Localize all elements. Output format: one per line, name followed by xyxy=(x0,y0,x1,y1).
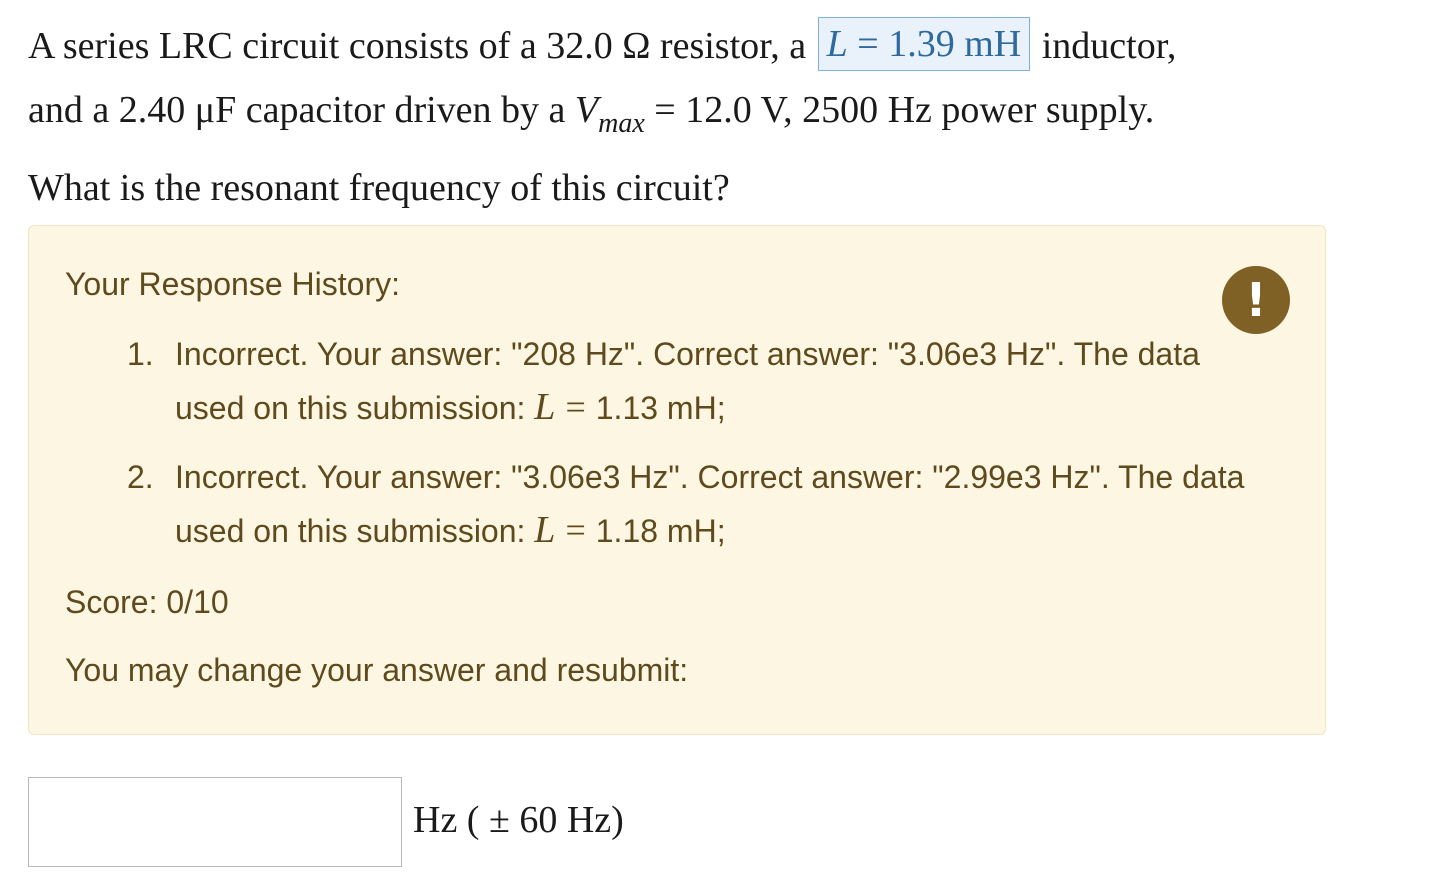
history-title: Your Response History: xyxy=(65,266,400,302)
history-entry: 2. Incorrect. Your answer: "3.06e3 Hz". … xyxy=(127,451,1257,558)
voltage-symbol: V xyxy=(574,89,599,131)
history-entry-equals: = xyxy=(565,510,586,550)
answer-units: Hz ( ± 60 Hz) xyxy=(413,799,624,841)
resubmit-prompt: You may change your answer and resubmit: xyxy=(65,652,689,688)
history-entry-variable: L xyxy=(534,509,556,551)
question-text: A series LRC circuit consists of a 32.0 … xyxy=(28,14,1408,220)
question-part-3: and a 2.40 μF capacitor driven by a xyxy=(28,89,566,131)
score-text: Score: 0/10 xyxy=(65,584,229,620)
history-entry-number: 1. xyxy=(127,336,154,372)
exclamation-icon: ! xyxy=(1222,266,1290,334)
inductance-variable[interactable]: L = 1.39 mH xyxy=(817,17,1031,71)
answer-input[interactable] xyxy=(28,777,402,867)
history-entry-value: 1.13 mH; xyxy=(595,390,726,426)
response-history-panel: Your Response History: ! 1. Incorrect. Y… xyxy=(28,225,1326,735)
history-entry-equals: = xyxy=(565,387,586,427)
voltage-subscript: max xyxy=(598,108,645,139)
inductance-equals: = xyxy=(857,23,879,65)
question-part-5: What is the resonant frequency of this c… xyxy=(28,167,730,209)
inductance-symbol: L xyxy=(826,23,848,65)
question-part-4: = 12.0 V, 2500 Hz power supply. xyxy=(654,89,1155,131)
history-entry-value: 1.18 mH; xyxy=(595,513,726,549)
history-entry: 1. Incorrect. Your answer: "208 Hz". Cor… xyxy=(127,328,1257,435)
history-entry-number: 2. xyxy=(127,459,154,495)
inductance-value: 1.39 mH xyxy=(888,23,1022,65)
history-entry-variable: L xyxy=(534,386,556,428)
history-list: 1. Incorrect. Your answer: "208 Hz". Cor… xyxy=(127,328,1257,574)
question-part-1: A series LRC circuit consists of a 32.0 … xyxy=(28,25,807,67)
question-part-2: inductor, xyxy=(1041,25,1177,67)
